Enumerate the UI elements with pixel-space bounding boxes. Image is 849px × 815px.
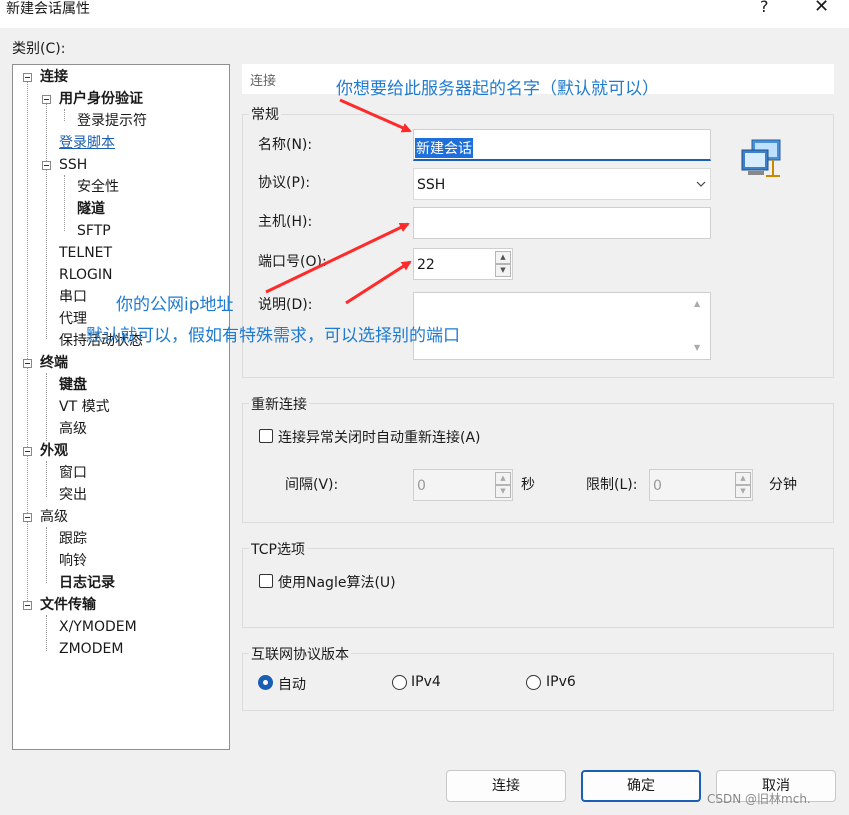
arrow-to-port (345, 260, 412, 305)
annotation-arrows (265, 98, 412, 305)
arrow-to-name (339, 98, 412, 133)
annotation-name-hint: 你想要给此服务器起的名字（默认就可以） (336, 79, 659, 99)
watermark: CSDN @旧林mch. (707, 792, 811, 806)
annotation-port-hint: 默认就可以，假如有特殊需求，可以选择别的端口 (86, 326, 460, 346)
arrow-to-host (265, 222, 410, 294)
annotation-host-hint: 你的公网ip地址 (116, 295, 234, 315)
